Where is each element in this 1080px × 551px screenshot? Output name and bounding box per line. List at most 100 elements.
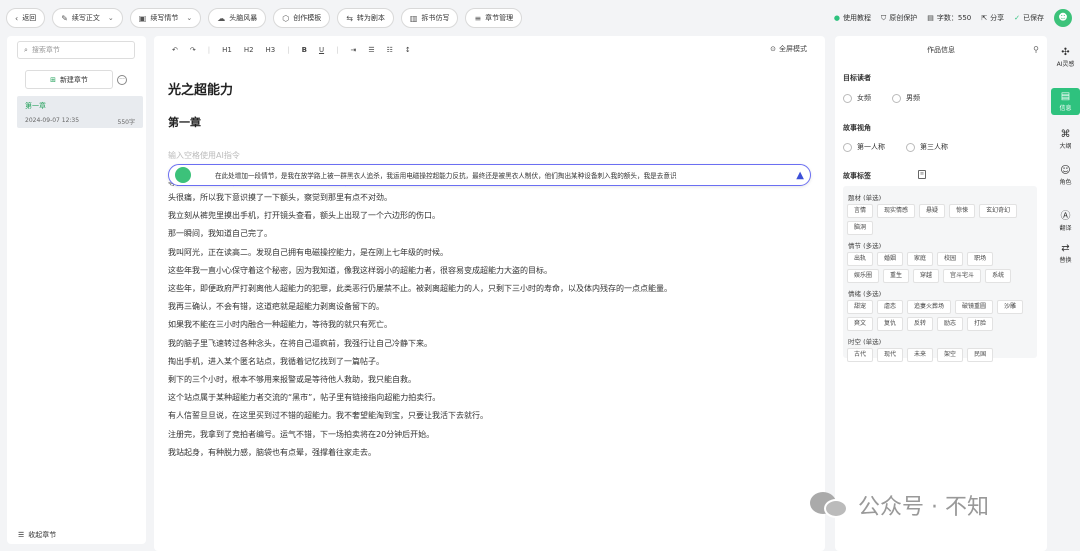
- continue-plot-button[interactable]: ▣ 续写情节 ⌄: [129, 8, 202, 28]
- format-toolbar: ↶ ↷ | H1 H2 H3 | B U | ⇥ ☰ ☷ ↕: [172, 42, 423, 58]
- radio-male[interactable]: 男频: [892, 93, 920, 103]
- underline-button[interactable]: U: [319, 46, 324, 54]
- more-options-button[interactable]: ···: [117, 75, 127, 85]
- paragraph: 头很痛，所以我下意识摸了一下额头，察觉到那里有点不对劲。: [168, 193, 392, 202]
- tag-chip[interactable]: 虐恋: [877, 300, 904, 314]
- tag-chip[interactable]: 复仇: [877, 317, 904, 331]
- fullscreen-button[interactable]: ⊙ 全屏模式: [770, 44, 807, 54]
- tag-chip[interactable]: 言情: [847, 204, 874, 218]
- tag-chip[interactable]: 悬疑: [919, 204, 946, 218]
- share-label: 分享: [990, 14, 1005, 22]
- collapse-chapters-button[interactable]: ☰ 收起章节: [18, 530, 56, 540]
- template-button[interactable]: ⬡ 创作模板: [273, 8, 331, 28]
- tag-edit-icon[interactable]: ≡: [918, 170, 926, 179]
- rail-icon: Ⓐ: [1060, 211, 1071, 222]
- radio-third-person[interactable]: 第三人称: [906, 142, 948, 152]
- tag-chip[interactable]: 未来: [907, 348, 934, 362]
- ai-prompt-text: 在此处增加一段情节，是我在放学路上被一群黑衣人追杀，我运用电磁操控超能力反抗，最…: [215, 172, 677, 180]
- h3-button[interactable]: H3: [266, 46, 276, 54]
- tag-chip[interactable]: 架空: [937, 348, 964, 362]
- ai-prompt-input[interactable]: 在此处增加一段情节，是我在放学路上被一群黑衣人追杀，我运用电磁操控超能力反抗，最…: [168, 164, 811, 186]
- tag-chip[interactable]: 打脸: [967, 317, 994, 331]
- tag-group-title: 题材 (单选): [848, 194, 882, 202]
- tag-chip[interactable]: 爽文: [847, 317, 874, 331]
- tutorial-link[interactable]: ● 使用教程: [834, 13, 871, 23]
- rail-item-1[interactable]: ▤ 信息: [1051, 88, 1080, 115]
- tag-group-title: 情绪 (多选): [848, 290, 882, 298]
- ordered-list-button[interactable]: ☷: [387, 46, 393, 54]
- chapter-list-item[interactable]: 第一章 2024-09-07 12:35 550字: [17, 96, 143, 128]
- chapter-item-title: 第一章: [25, 102, 46, 110]
- avatar[interactable]: ☻: [1054, 9, 1072, 27]
- tag-group-title: 时空 (单选): [848, 338, 882, 346]
- continue-writing-button[interactable]: ✎ 续写正文 ⌄: [52, 8, 123, 28]
- tag-chip[interactable]: 破镜重圆: [955, 300, 994, 314]
- indent-button[interactable]: ⇥: [350, 46, 356, 54]
- tag-chip[interactable]: 家庭: [907, 252, 934, 266]
- chapter-heading[interactable]: 第一章: [168, 114, 201, 130]
- rail-item-4[interactable]: Ⓐ 翻译: [1051, 204, 1080, 235]
- tag-chip[interactable]: 惊悚: [949, 204, 976, 218]
- h2-button[interactable]: H2: [244, 46, 254, 54]
- tag-groups: 题材 (单选) 言情 现实情感 悬疑 惊悚 玄幻奇幻 脑洞 情节 (多选) 出轨 婚姻 家庭 校园 职场…: [843, 186, 1037, 362]
- undo-button[interactable]: ↶: [172, 46, 178, 54]
- original-protect-link[interactable]: ⛉ 原创保护: [881, 13, 917, 23]
- rail-label: 替换: [1059, 257, 1072, 264]
- share-button[interactable]: ⇱ 分享: [981, 13, 1004, 23]
- send-icon[interactable]: ▲: [796, 170, 804, 181]
- radio-first-person[interactable]: 第一人称: [843, 142, 885, 152]
- tag-chip[interactable]: 穿越: [913, 269, 940, 283]
- tag-chip[interactable]: 玄幻奇幻: [979, 204, 1018, 218]
- rail-item-3[interactable]: ☺ 角色: [1051, 162, 1080, 189]
- tag-chip[interactable]: 宫斗宅斗: [943, 269, 982, 283]
- document-title[interactable]: 光之超能力: [168, 79, 233, 98]
- rail-item-0[interactable]: ✣ AI灵感: [1051, 44, 1080, 71]
- tag-chip[interactable]: 现代: [877, 348, 904, 362]
- search-placeholder: 搜索章节: [31, 46, 60, 54]
- tag-row: 古代 现代 未来 架空 民国: [847, 348, 1033, 365]
- tag-chip[interactable]: 民国: [967, 348, 994, 362]
- tag-chip[interactable]: 婚姻: [877, 252, 904, 266]
- tag-chip[interactable]: 娱乐圈: [847, 269, 880, 283]
- radio-female[interactable]: 女频: [843, 93, 871, 103]
- tag-chip[interactable]: 脑洞: [847, 221, 874, 235]
- line-height-button[interactable]: ↕: [405, 46, 411, 54]
- rail-item-5[interactable]: ⇄ 替换: [1051, 240, 1080, 267]
- new-chapter-button[interactable]: ⊞ 新建章节: [25, 70, 113, 89]
- tag-chip[interactable]: 系统: [985, 269, 1012, 283]
- brainstorm-button[interactable]: ☁ 头脑风暴: [208, 8, 267, 28]
- rail-icon: ☺: [1060, 165, 1071, 176]
- tag-chip[interactable]: 追妻火葬场: [907, 300, 952, 314]
- top-right-status: ● 使用教程 ⛉ 原创保护 ▤ 字数：550 ⇱ 分享 ✓ 已保存 ☻: [824, 0, 1072, 36]
- rail-label: 大纲: [1059, 143, 1072, 150]
- search-input[interactable]: ⌕ 搜索章节: [17, 41, 135, 59]
- chapter-body[interactable]: 等我缓缓睁开眼睛，发现自己躺在狭小的巷子角落，旁边是一箱一箱的垃圾。头很痛，所以…: [168, 182, 808, 462]
- tag-chip[interactable]: 反转: [907, 317, 934, 331]
- tag-chip[interactable]: 出轨: [847, 252, 874, 266]
- tag-chip[interactable]: 重生: [883, 269, 910, 283]
- rail-item-2[interactable]: ⌘ 大纲: [1051, 126, 1080, 153]
- tag-chip[interactable]: 沙雕: [997, 300, 1024, 314]
- work-info-panel: 作品信息 ⚲ 目标读者 女频 男频 故事视角 第一人称 第三人称 故事标签 ≡ …: [835, 36, 1047, 551]
- redo-button[interactable]: ↷: [190, 46, 196, 54]
- tag-chip[interactable]: 励志: [937, 317, 964, 331]
- bullet-list-button[interactable]: ☰: [368, 46, 374, 54]
- tag-chip[interactable]: 古代: [847, 348, 874, 362]
- imitate-button[interactable]: ▥ 拆书仿写: [400, 8, 459, 28]
- continue-plot-label: 续写情节: [150, 14, 179, 22]
- tag-chip[interactable]: 职场: [967, 252, 994, 266]
- protect-label: 原创保护: [889, 14, 918, 22]
- search-icon: ⌕: [24, 45, 28, 54]
- chapter-sidebar: ⌕ 搜索章节 ⊞ 新建章节 ··· 第一章 2024-09-07 12:35 550…: [7, 36, 146, 544]
- h1-button[interactable]: H1: [222, 46, 232, 54]
- bold-button[interactable]: B: [302, 46, 307, 54]
- chapter-manage-button[interactable]: ≡ 章节管理: [465, 8, 523, 28]
- tutorial-label: 使用教程: [843, 14, 871, 22]
- to-script-button[interactable]: ⇆ 转为剧本: [337, 8, 394, 28]
- tag-chip[interactable]: 校园: [937, 252, 964, 266]
- toolbar-divider: |: [287, 46, 290, 54]
- tag-chip[interactable]: 甜宠: [847, 300, 874, 314]
- tag-chip[interactable]: 现实情感: [877, 204, 916, 218]
- back-button[interactable]: ‹ 返回: [6, 8, 46, 28]
- pin-icon[interactable]: ⚲: [1033, 45, 1039, 54]
